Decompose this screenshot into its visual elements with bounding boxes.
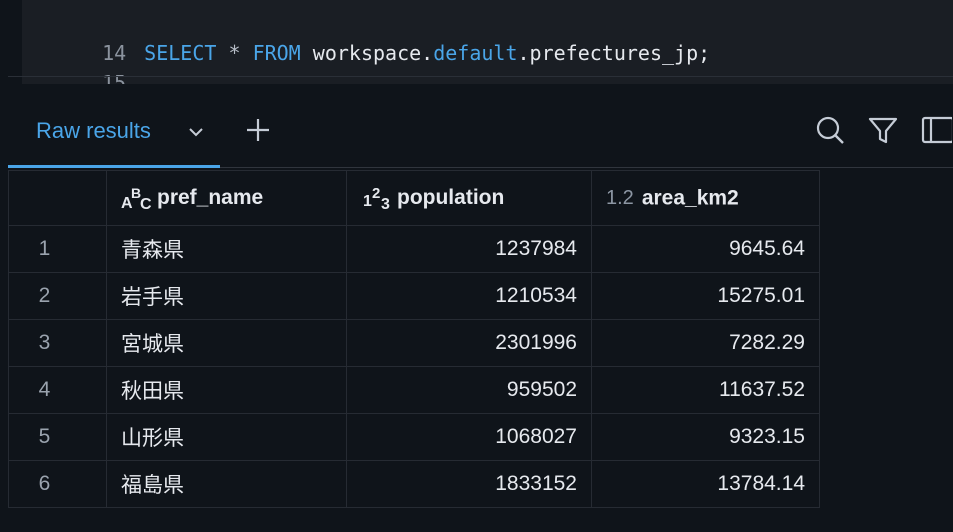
plus-icon[interactable]: [242, 114, 274, 146]
sql-schema: workspace.: [312, 41, 434, 65]
row-index-header: [8, 170, 107, 226]
cell-area-km2[interactable]: 9645.64: [591, 225, 820, 273]
code-line-15[interactable]: 15: [22, 38, 126, 84]
column-name: population: [397, 186, 505, 209]
row-index: 4: [8, 366, 107, 414]
cell-population[interactable]: 1068027: [346, 413, 592, 461]
sql-db: default: [433, 41, 518, 65]
sidebar-panel-icon[interactable]: [920, 114, 952, 146]
active-tab-underline: [8, 165, 220, 168]
cell-area-km2[interactable]: 15275.01: [591, 272, 820, 320]
row-index: 1: [8, 225, 107, 273]
sql-keyword-from: FROM: [252, 41, 301, 65]
tab-label: Raw results: [36, 118, 151, 143]
cell-population[interactable]: 959502: [346, 366, 592, 414]
cell-population[interactable]: 1833152: [346, 460, 592, 508]
tab-raw-results[interactable]: Raw results: [8, 84, 220, 168]
cell-pref-name[interactable]: 山形県: [106, 413, 347, 461]
sql-table: .prefectures_jp;: [517, 41, 711, 65]
filter-icon[interactable]: [867, 114, 899, 146]
integer-type-icon: 123: [363, 185, 390, 213]
editor-divider: [8, 76, 953, 77]
cell-pref-name[interactable]: 秋田県: [106, 366, 347, 414]
table-row[interactable]: 2 岩手県 1210534 15275.01: [8, 272, 820, 320]
column-name: pref_name: [157, 186, 264, 209]
column-header-area-km2[interactable]: 1.2 area_km2: [591, 170, 820, 226]
row-index: 2: [8, 272, 107, 320]
toolbar-divider: [220, 167, 953, 168]
cell-area-km2[interactable]: 7282.29: [591, 319, 820, 367]
column-header-population[interactable]: 1 2 3 population: [346, 170, 592, 226]
code-line-14[interactable]: 14 SELECT * FROM workspace.default.prefec…: [22, 8, 710, 65]
table-row[interactable]: 1 青森県 1237984 9645.64: [8, 225, 820, 273]
chevron-down-icon[interactable]: [186, 122, 206, 142]
cell-area-km2[interactable]: 11637.52: [591, 366, 820, 414]
table-row[interactable]: 5 山形県 1068027 9323.15: [8, 413, 820, 461]
cell-pref-name[interactable]: 宮城県: [106, 319, 347, 367]
cell-pref-name[interactable]: 福島県: [106, 460, 347, 508]
table-row[interactable]: 6 福島県 1833152 13784.14: [8, 460, 820, 508]
sql-star: *: [228, 41, 241, 65]
results-panel: Raw results A B C pref_name 1 2 3 popula…: [0, 84, 953, 532]
row-index: 3: [8, 319, 107, 367]
column-name: area_km2: [641, 186, 739, 210]
cell-area-km2[interactable]: 13784.14: [591, 460, 820, 508]
table-row[interactable]: 3 宮城県 2301996 7282.29: [8, 319, 820, 367]
sql-keyword-select: SELECT: [144, 41, 217, 65]
cell-area-km2[interactable]: 9323.15: [591, 413, 820, 461]
row-index: 5: [8, 413, 107, 461]
search-icon[interactable]: [814, 114, 846, 146]
cell-population[interactable]: 1237984: [346, 225, 592, 273]
cell-pref-name[interactable]: 岩手県: [106, 272, 347, 320]
column-header-pref-name[interactable]: A B Cpref_name: [106, 170, 347, 226]
table-row[interactable]: 4 秋田県 959502 11637.52: [8, 366, 820, 414]
sql-editor[interactable]: 14 SELECT * FROM workspace.default.prefec…: [22, 0, 953, 84]
table-header-row: A B Cpref_name 1 2 3 population 1.2 area_km2: [8, 170, 820, 226]
row-index: 6: [8, 460, 107, 508]
cell-population[interactable]: 1210534: [346, 272, 592, 320]
results-toolbar: Raw results: [0, 84, 953, 168]
cell-pref-name[interactable]: 青森県: [106, 225, 347, 273]
results-table: A B Cpref_name 1 2 3 population 1.2 area_km2 1…: [8, 170, 820, 508]
decimal-type-icon: 1.2: [606, 186, 634, 209]
cell-population[interactable]: 2301996: [346, 319, 592, 367]
string-type-icon: ABC: [121, 185, 152, 213]
